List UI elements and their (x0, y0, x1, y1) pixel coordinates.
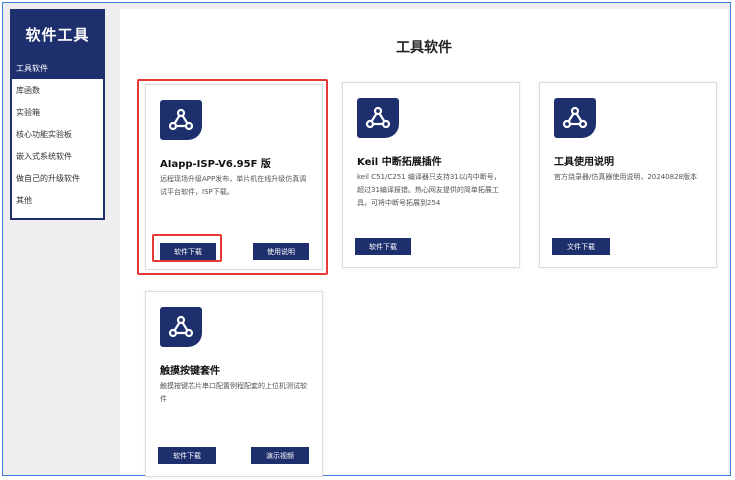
card-description: 官方烧录器/仿真器使用说明，20240828版本 (554, 173, 697, 181)
sidebar: 软件工具 工具软件 库函数 实验箱 核心功能实验板 嵌入式系统软件 做自己的升级… (10, 9, 105, 220)
sidebar-title: 软件工具 (12, 11, 103, 57)
card-description: keil C51/C251 编译器只支持31以内中断号，超过31编译报错。热心网… (357, 173, 501, 207)
sidebar-item-embedded-system[interactable]: 嵌入式系统软件 (12, 145, 103, 167)
card-description: 远程现场升级APP发布，单片机在线升级仿真调试平台软件，ISP下载。 (160, 175, 307, 196)
file-download-button[interactable]: 文件下载 (552, 238, 610, 255)
sidebar-item-other[interactable]: 其他 (12, 189, 103, 211)
sidebar-list: 工具软件 库函数 实验箱 核心功能实验板 嵌入式系统软件 做自己的升级软件 其他 (12, 57, 103, 211)
sidebar-item-lab-box[interactable]: 实验箱 (12, 101, 103, 123)
page-title: 工具软件 (396, 40, 452, 56)
sidebar-item-core-board[interactable]: 核心功能实验板 (12, 123, 103, 145)
user-guide-button[interactable]: 使用说明 (253, 243, 309, 260)
sidebar-item-tool-software[interactable]: 工具软件 (12, 57, 103, 79)
share-nodes-icon (357, 98, 399, 138)
card-title: Keil 中断拓展插件 (357, 157, 442, 168)
share-nodes-icon (160, 307, 202, 347)
main-panel: 工具软件 AIapp-ISP-V6.95F 版 远程现场升级APP发布，单片机在… (120, 9, 728, 477)
card-title: AIapp-ISP-V6.95F 版 (160, 159, 271, 170)
card-title: 触摸按键套件 (160, 366, 220, 377)
share-nodes-icon (160, 100, 202, 140)
card-title: 工具使用说明 (554, 157, 614, 168)
software-download-button[interactable]: 软件下载 (160, 243, 216, 260)
sidebar-item-library[interactable]: 库函数 (12, 79, 103, 101)
demo-video-button[interactable]: 演示视频 (251, 447, 309, 464)
card-aiapp-isp: AIapp-ISP-V6.95F 版 远程现场升级APP发布，单片机在线升级仿真… (145, 84, 323, 270)
sidebar-item-diy-upgrade[interactable]: 做自己的升级软件 (12, 167, 103, 189)
software-download-button[interactable]: 软件下载 (355, 238, 411, 255)
card-tool-manual: 工具使用说明 官方烧录器/仿真器使用说明，20240828版本 文件下载 (539, 82, 717, 268)
software-download-button[interactable]: 软件下载 (158, 447, 216, 464)
card-touch-key-kit: 触摸按键套件 触摸按键芯片串口配置例程配套的上位机测试软件 软件下载 演示视频 (145, 291, 323, 477)
card-description: 触摸按键芯片串口配置例程配套的上位机测试软件 (160, 382, 307, 403)
share-nodes-icon (554, 98, 596, 138)
card-keil-interrupt: Keil 中断拓展插件 keil C51/C251 编译器只支持31以内中断号，… (342, 82, 520, 268)
